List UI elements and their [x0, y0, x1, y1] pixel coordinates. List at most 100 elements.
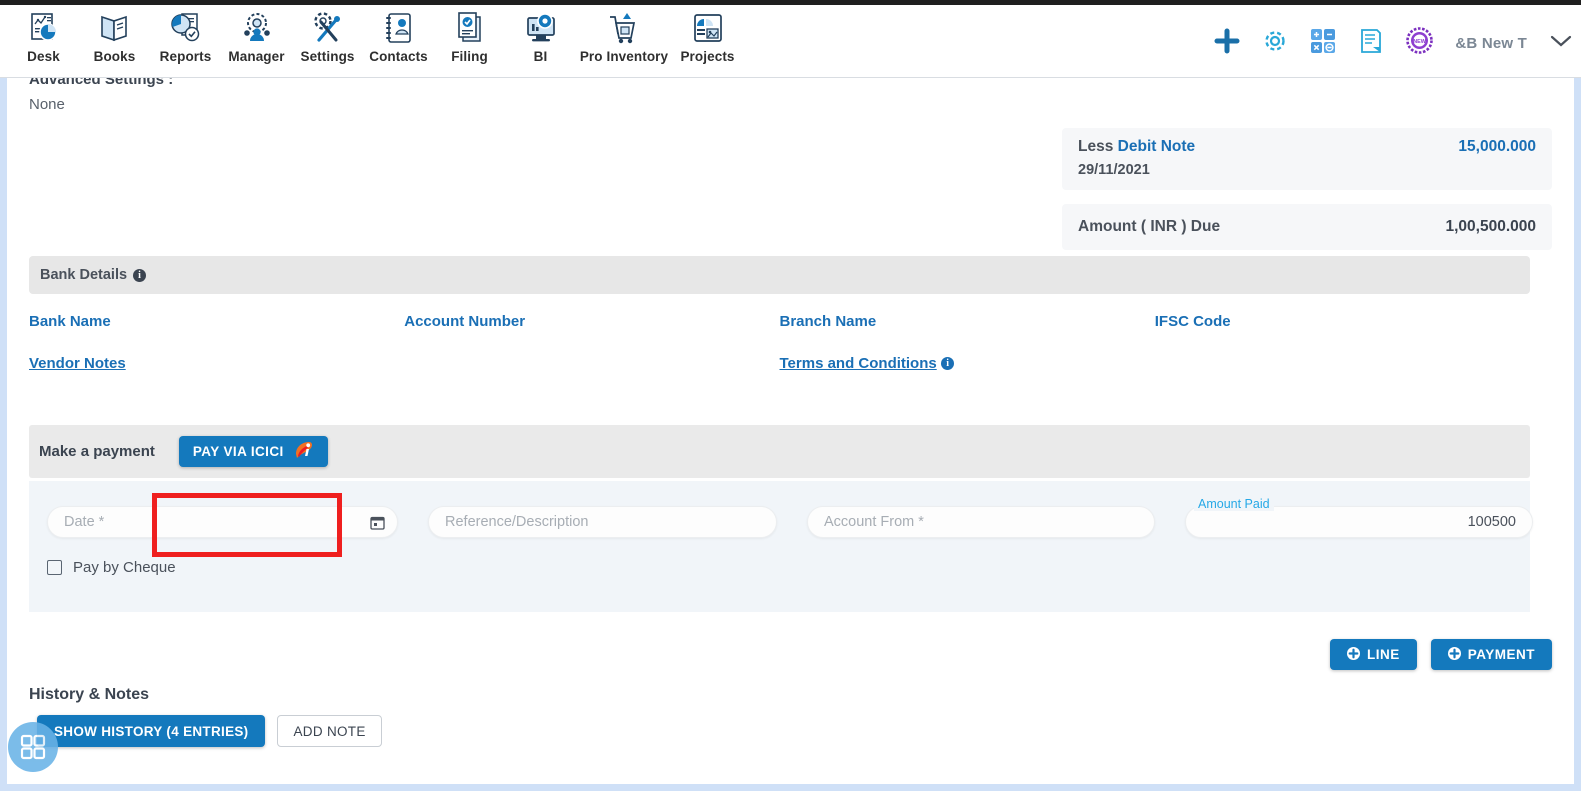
nav-item-projects[interactable]: Projects — [672, 5, 743, 64]
plus-circle-icon — [1447, 646, 1461, 663]
reference-description-input[interactable]: Reference/Description — [428, 506, 777, 538]
bank-details-header: Bank Details i — [29, 256, 1530, 294]
debit-note-label-group: Less Debit Note 29/11/2021 — [1078, 138, 1195, 178]
amount-due-label: Amount ( INR ) Due — [1078, 218, 1221, 235]
nav-item-settings[interactable]: Settings — [292, 5, 363, 64]
amount-due-row: Amount ( INR ) Due 1,00,500.000 — [1062, 204, 1552, 250]
add-payment-label: PAYMENT — [1467, 647, 1535, 662]
pay-by-cheque-checkbox[interactable] — [47, 560, 62, 575]
vendor-notes-link[interactable]: Vendor Notes — [29, 355, 126, 372]
new-badge-icon[interactable]: NEW — [1406, 27, 1434, 59]
field-label: IFSC Code — [1154, 313, 1231, 330]
make-a-payment-label: Make a payment — [39, 443, 155, 460]
user-name[interactable]: &B New T — [1455, 35, 1527, 52]
books-icon — [97, 10, 133, 46]
terms-info-icon[interactable]: i — [941, 357, 955, 371]
amount-paid-label: Amount Paid — [1194, 497, 1274, 511]
reports-icon — [168, 10, 204, 46]
nav-label: BI — [533, 49, 548, 64]
amount-paid-input[interactable]: Amount Paid 100500 — [1185, 497, 1533, 538]
pro-inventory-icon — [606, 10, 642, 46]
amount-paid-value: 100500 — [1467, 514, 1516, 530]
projects-icon — [690, 10, 726, 46]
show-history-button[interactable]: SHOW HISTORY (4 ENTRIES) — [37, 715, 266, 747]
calendar-icon[interactable] — [370, 515, 385, 535]
top-navigation-bar: Desk Books Reports Manager Settings Cont… — [0, 0, 1581, 78]
nav-item-list: Desk Books Reports Manager Settings Cont… — [0, 5, 743, 64]
nav-item-books[interactable]: Books — [79, 5, 150, 64]
bank-fields-row: Bank Name Account Number Branch Name IFS… — [29, 313, 1530, 331]
nav-item-contacts[interactable]: Contacts — [363, 5, 434, 64]
account-from-placeholder: Account From * — [824, 514, 924, 530]
notes-icon[interactable] — [1358, 28, 1384, 59]
pay-via-icici-button[interactable]: PAY VIA ICICI — [178, 436, 328, 467]
notes-terms-row: Vendor Notes Terms and Conditions i — [29, 355, 1530, 373]
terms-and-conditions-link[interactable]: Terms and Conditions — [780, 355, 937, 372]
advanced-settings-value: None — [29, 96, 65, 113]
nav-label: Pro Inventory — [579, 49, 669, 64]
debit-note-row: Less Debit Note 29/11/2021 15,000.000 — [1062, 128, 1552, 190]
account-from-input[interactable]: Account From * — [807, 506, 1155, 538]
debit-note-link[interactable]: Debit Note — [1118, 138, 1196, 155]
payment-form-panel: Date * Reference/Description Account Fro… — [29, 481, 1533, 612]
nav-label: Reports — [159, 49, 212, 64]
advanced-settings-label: Advanced Settings : — [29, 78, 174, 88]
desk-icon — [26, 10, 62, 46]
field-label: Branch Name — [779, 313, 877, 330]
nav-item-desk[interactable]: Desk — [8, 5, 79, 64]
nav-label: Books — [93, 49, 136, 64]
plus-icon[interactable] — [1214, 28, 1240, 59]
nav-label: Settings — [300, 49, 355, 64]
application-window: Desk Books Reports Manager Settings Cont… — [0, 0, 1581, 791]
info-icon[interactable]: i — [133, 268, 147, 282]
totals-panel: Less Debit Note 29/11/2021 15,000.000 Am… — [1062, 128, 1552, 264]
add-payment-button[interactable]: PAYMENT — [1430, 639, 1552, 670]
amount-due-value: 1,00,500.000 — [1445, 218, 1536, 235]
nav-item-reports[interactable]: Reports — [150, 5, 221, 64]
page-body: Advanced Settings : None Less Debit Note… — [0, 78, 1581, 791]
content-area: Advanced Settings : None Less Debit Note… — [7, 78, 1574, 784]
terms-conditions-col: Terms and Conditions i — [780, 355, 1531, 373]
bi-icon — [523, 10, 559, 46]
gear-icon[interactable] — [1262, 28, 1288, 59]
calculator-icon[interactable] — [1310, 28, 1336, 59]
nav-label: Filing — [451, 49, 488, 64]
nav-label: Desk — [27, 49, 60, 64]
field-label: Bank Name — [29, 313, 111, 330]
add-note-button[interactable]: ADD NOTE — [277, 715, 382, 747]
payment-inputs-row: Date * Reference/Description Account Fro… — [47, 497, 1533, 538]
debit-note-date: 29/11/2021 — [1078, 162, 1150, 178]
nav-item-bi[interactable]: BI — [505, 5, 576, 64]
filing-icon — [452, 10, 488, 46]
pay-by-cheque-row[interactable]: Pay by Cheque — [47, 559, 176, 576]
manager-icon — [239, 10, 275, 46]
bank-details-title: Bank Details — [40, 267, 128, 283]
debit-note-amount: 15,000.000 — [1458, 138, 1536, 155]
icici-logo-icon — [293, 440, 314, 464]
date-input[interactable]: Date * — [47, 506, 398, 538]
history-notes-title: History & Notes — [29, 686, 150, 703]
bank-field-bank-name: Bank Name — [29, 313, 404, 331]
field-label: Account Number — [404, 313, 526, 330]
debit-note-label: Less Debit Note — [1078, 138, 1195, 156]
plus-circle-icon — [1346, 646, 1360, 663]
add-line-button[interactable]: LINE — [1329, 639, 1417, 670]
make-a-payment-bar: Make a payment PAY VIA ICICI — [29, 425, 1530, 478]
record-action-buttons: LINE PAYMENT — [1329, 639, 1552, 670]
nav-label: Contacts — [369, 49, 428, 64]
nav-item-pro-inventory[interactable]: Pro Inventory — [576, 5, 672, 64]
nav-item-filing[interactable]: Filing — [434, 5, 505, 64]
reference-placeholder: Reference/Description — [445, 514, 589, 530]
bank-field-branch-name: Branch Name — [780, 313, 1155, 331]
svg-text:NEW: NEW — [1414, 39, 1427, 45]
add-line-label: LINE — [1366, 647, 1400, 662]
grid-widget-icon[interactable] — [8, 722, 58, 772]
pay-via-icici-label: PAY VIA ICICI — [192, 444, 284, 459]
nav-item-manager[interactable]: Manager — [221, 5, 292, 64]
chevron-down-icon[interactable] — [1549, 33, 1573, 54]
bank-field-account-number: Account Number — [404, 313, 779, 331]
contacts-icon — [381, 10, 417, 46]
bank-field-ifsc-code: IFSC Code — [1155, 313, 1530, 331]
settings-icon — [310, 10, 346, 46]
nav-right-actions: NEW &B New T — [1214, 27, 1573, 59]
